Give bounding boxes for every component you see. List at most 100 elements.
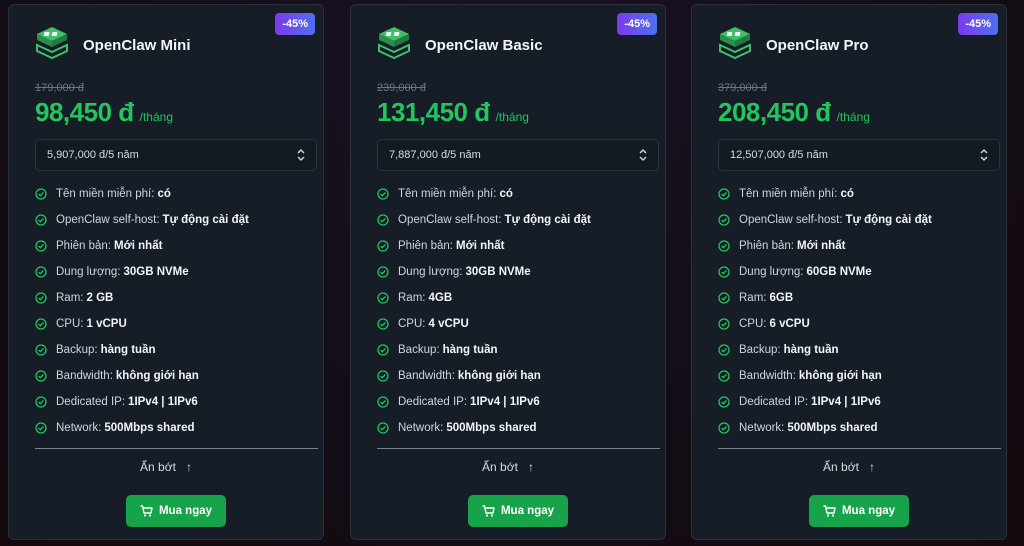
plan-card-1: -45% OpenClaw Mini 179,000 đ 98,450 đ /t… xyxy=(8,4,324,540)
feature-label: CPU: xyxy=(56,318,84,330)
feature-value: Tự động cài đặt xyxy=(845,214,932,226)
feature-item: Network: 500Mbps shared xyxy=(35,422,249,448)
feature-label: Bandwidth: xyxy=(398,370,455,382)
check-circle-icon xyxy=(35,266,47,278)
check-circle-icon xyxy=(377,266,389,278)
server-box-icon xyxy=(36,27,68,60)
check-circle-icon xyxy=(377,344,389,356)
feature-label: Network: xyxy=(56,422,102,434)
plan-card-3: -45% OpenClaw Pro 379,000 đ 208,450 đ /t… xyxy=(691,4,1007,540)
collapse-toggle[interactable]: Ẩn bớt ↑ xyxy=(692,460,1006,474)
feature-value: hàng tuần xyxy=(783,344,839,356)
feature-label: Phiên bản: xyxy=(398,240,453,252)
discount-badge: -45% xyxy=(958,13,998,35)
billing-term-value: 7,887,000 đ/5 năm xyxy=(389,149,481,161)
current-price: 208,450 đ xyxy=(718,97,831,127)
feature-list: Tên miền miễn phí: có OpenClaw self-host: T… xyxy=(377,188,591,448)
feature-value: Mới nhất xyxy=(114,240,163,252)
feature-item: Bandwidth: không giới hạn xyxy=(35,370,249,396)
billing-term-value: 5,907,000 đ/5 năm xyxy=(47,149,139,161)
feature-value: 500Mbps shared xyxy=(104,422,195,434)
billing-term-value: 12,507,000 đ/5 năm xyxy=(730,149,828,161)
feature-value: hàng tuần xyxy=(442,344,498,356)
buy-now-button[interactable]: Mua ngay xyxy=(126,495,226,527)
check-circle-icon xyxy=(35,396,47,408)
current-price: 131,450 đ xyxy=(377,97,490,127)
feature-item: OpenClaw self-host: Tự động cài đặt xyxy=(377,214,591,240)
price-period: /tháng xyxy=(139,110,174,124)
feature-item: CPU: 1 vCPU xyxy=(35,318,249,344)
feature-item: Backup: hàng tuần xyxy=(35,344,249,370)
feature-label: Network: xyxy=(398,422,444,434)
feature-label: Ram: xyxy=(739,292,767,304)
buy-now-button[interactable]: Mua ngay xyxy=(809,495,909,527)
feature-item: Ram: 6GB xyxy=(718,292,932,318)
feature-item: Network: 500Mbps shared xyxy=(718,422,932,448)
feature-label: Dedicated IP: xyxy=(56,396,126,408)
check-circle-icon xyxy=(718,188,730,200)
feature-label: Dung lượng: xyxy=(56,266,121,278)
billing-term-select[interactable]: 5,907,000 đ/5 năm xyxy=(35,139,317,171)
feature-label: Bandwidth: xyxy=(56,370,113,382)
feature-label: Dedicated IP: xyxy=(398,396,468,408)
collapse-toggle[interactable]: Ẩn bớt ↑ xyxy=(351,460,665,474)
check-circle-icon xyxy=(377,396,389,408)
check-circle-icon xyxy=(718,292,730,304)
feature-item: Phiên bản: Mới nhất xyxy=(35,240,249,266)
check-circle-icon xyxy=(718,370,730,382)
buy-now-button[interactable]: Mua ngay xyxy=(468,495,568,527)
feature-label: Dung lượng: xyxy=(739,266,804,278)
discount-badge: -45% xyxy=(617,13,657,35)
check-circle-icon xyxy=(35,240,47,252)
check-circle-icon xyxy=(377,188,389,200)
check-circle-icon xyxy=(35,188,47,200)
feature-label: Dedicated IP: xyxy=(739,396,809,408)
pricing-plans: -45% OpenClaw Mini 179,000 đ 98,450 đ /t… xyxy=(0,0,1024,546)
cart-icon xyxy=(482,505,495,517)
current-price: 98,450 đ xyxy=(35,97,134,127)
plan-name: OpenClaw Mini xyxy=(83,37,191,54)
feature-value: 2 GB xyxy=(86,292,114,304)
feature-value: 4GB xyxy=(428,292,453,304)
feature-value: 6GB xyxy=(769,292,794,304)
cart-icon xyxy=(823,505,836,517)
feature-value: có xyxy=(157,188,171,200)
feature-value: hàng tuần xyxy=(100,344,156,356)
price-period: /tháng xyxy=(836,110,870,124)
check-circle-icon xyxy=(718,422,730,434)
arrow-up-icon: ↑ xyxy=(527,460,534,474)
check-circle-icon xyxy=(718,344,730,356)
feature-label: Phiên bản: xyxy=(739,240,794,252)
check-circle-icon xyxy=(718,214,730,226)
feature-list: Tên miền miễn phí: có OpenClaw self-host: T… xyxy=(718,188,932,448)
feature-item: CPU: 4 vCPU xyxy=(377,318,591,344)
chevron-up-down-icon xyxy=(980,148,988,162)
feature-item: Network: 500Mbps shared xyxy=(377,422,591,448)
feature-label: OpenClaw self-host: xyxy=(739,214,843,226)
price-period: /tháng xyxy=(495,110,529,124)
feature-label: Phiên bản: xyxy=(56,240,111,252)
collapse-toggle[interactable]: Ẩn bớt ↑ xyxy=(9,460,323,474)
check-circle-icon xyxy=(35,370,47,382)
feature-item: Dung lượng: 30GB NVMe xyxy=(35,266,249,292)
feature-label: Backup: xyxy=(56,344,98,356)
feature-label: OpenClaw self-host: xyxy=(398,214,502,226)
check-circle-icon xyxy=(718,396,730,408)
feature-value: 4 vCPU xyxy=(428,318,469,330)
feature-item: Dung lượng: 30GB NVMe xyxy=(377,266,591,292)
check-circle-icon xyxy=(377,370,389,382)
feature-item: Ram: 2 GB xyxy=(35,292,249,318)
check-circle-icon xyxy=(718,266,730,278)
discount-badge: -45% xyxy=(275,13,315,35)
check-circle-icon xyxy=(718,240,730,252)
buy-now-label: Mua ngay xyxy=(841,505,896,517)
price-row: 98,450 đ /tháng xyxy=(35,97,173,128)
feature-value: không giới hạn xyxy=(457,370,541,382)
check-circle-icon xyxy=(35,344,47,356)
collapse-label: Ẩn bớt xyxy=(140,460,176,474)
billing-term-select[interactable]: 7,887,000 đ/5 năm xyxy=(377,139,659,171)
buy-now-label: Mua ngay xyxy=(500,505,555,517)
check-circle-icon xyxy=(35,214,47,226)
feature-value: 6 vCPU xyxy=(769,318,810,330)
billing-term-select[interactable]: 12,507,000 đ/5 năm xyxy=(718,139,1000,171)
